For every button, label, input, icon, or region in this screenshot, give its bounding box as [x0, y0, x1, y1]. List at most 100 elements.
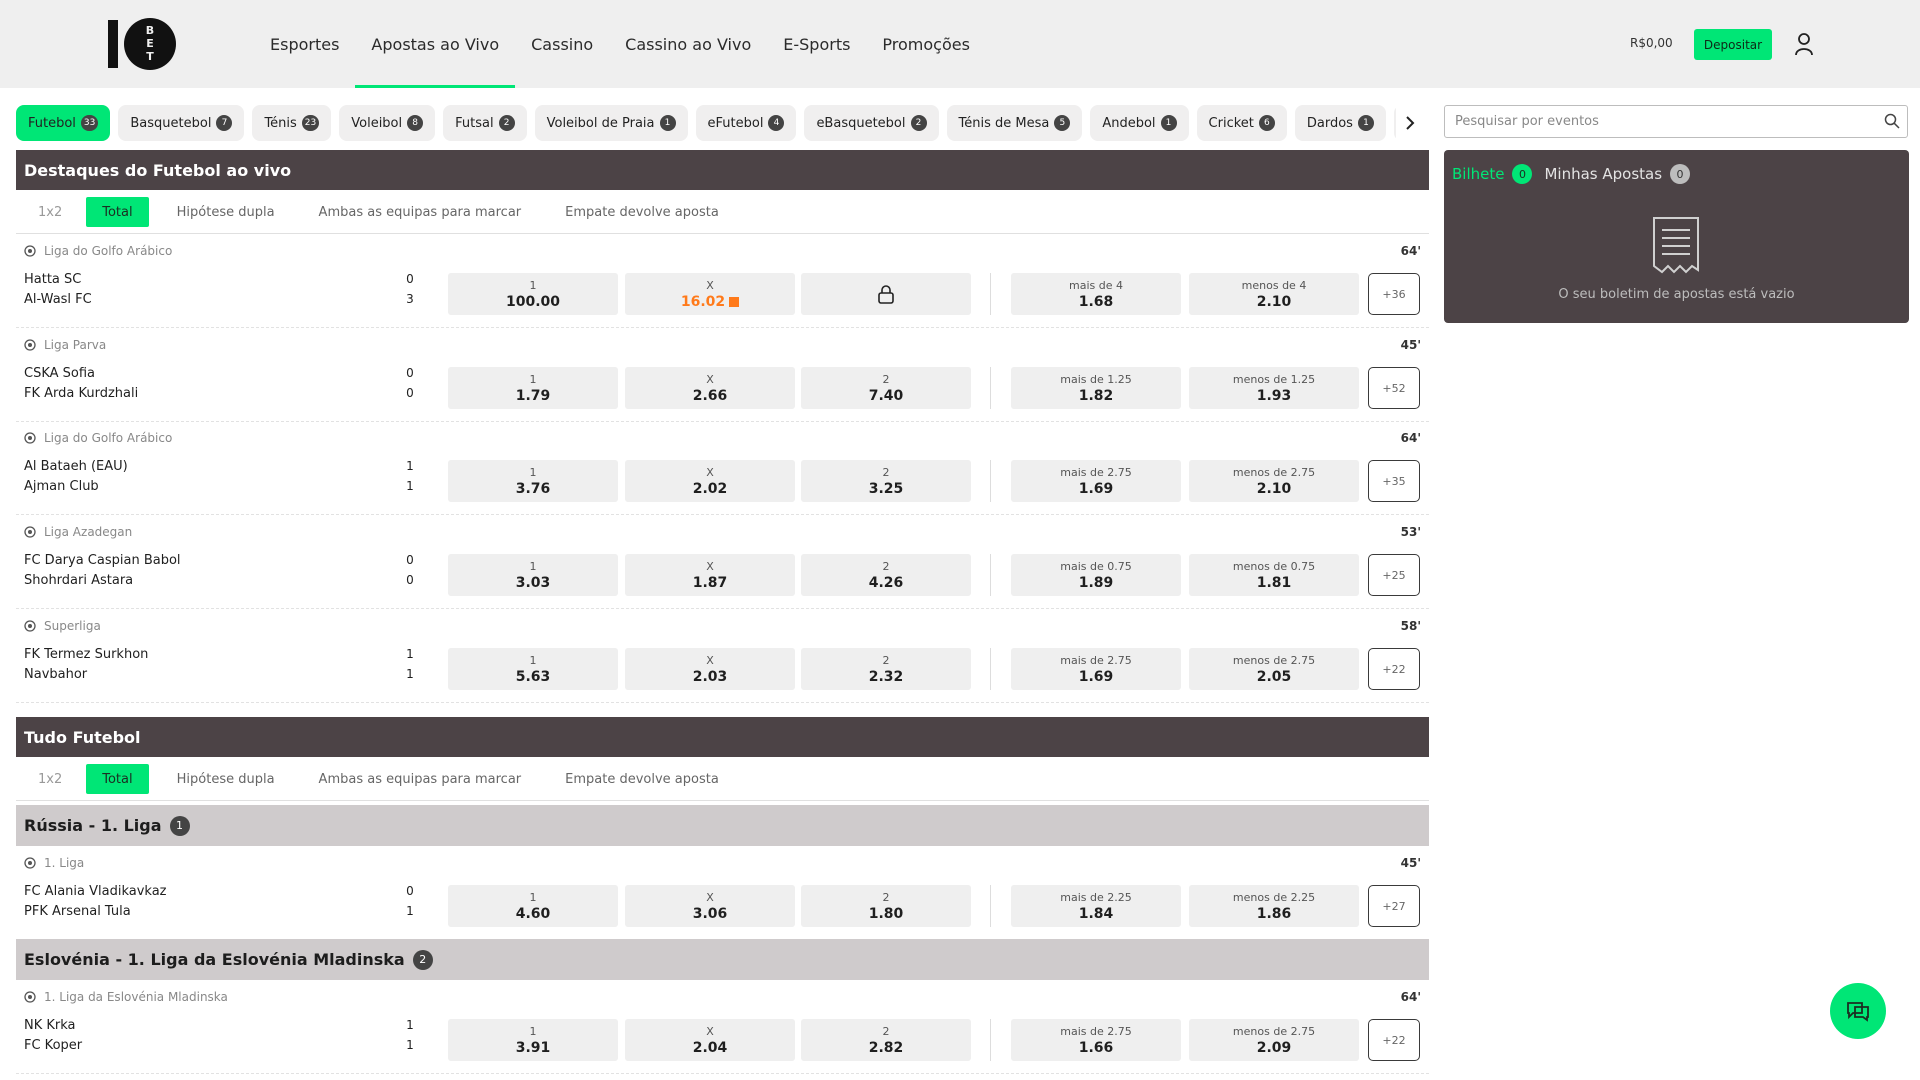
event-row[interactable]: Superliga 58' FK Termez Surkhon Navbahor 1 1 1…	[16, 610, 1429, 703]
odd-draw-button[interactable]: X 2.03	[625, 648, 795, 690]
odd-under-button[interactable]: menos de 0.75 1.81	[1189, 554, 1359, 596]
sport-chip-8[interactable]: Ténis de Mesa 5	[946, 105, 1083, 141]
sport-chip-11[interactable]: Dardos 1	[1294, 105, 1386, 141]
odd-draw-button[interactable]: X 1.87	[625, 554, 795, 596]
live-chat-button[interactable]	[1830, 983, 1886, 1039]
nav-item-2[interactable]: Cassino	[515, 0, 609, 88]
event-row[interactable]: 1. Liga 45' FC Alania Vladikavkaz PFK Arsen…	[16, 847, 1429, 940]
odd-over-button[interactable]: mais de 1.25 1.82	[1011, 367, 1181, 409]
league-group-header[interactable]: Eslovénia - 1. Liga da Eslovénia Mladins…	[16, 939, 1429, 980]
nav-item-0[interactable]: Esportes	[254, 0, 355, 88]
sport-chip-4[interactable]: Futsal 2	[443, 105, 527, 141]
odd-over-button[interactable]: mais de 2.75 1.69	[1011, 648, 1181, 690]
more-markets-button[interactable]: +52	[1368, 367, 1420, 409]
market-tab-1[interactable]: Total	[86, 197, 149, 227]
odd-away-button[interactable]: 2 1.80	[801, 885, 971, 927]
odd-away-button[interactable]: 2 4.26	[801, 554, 971, 596]
odd-under-button[interactable]: menos de 2.75 2.05	[1189, 648, 1359, 690]
odd-draw-button[interactable]: X 16.02	[625, 273, 795, 315]
odd-home-button[interactable]: 1 4.60	[448, 885, 618, 927]
event-row[interactable]: Liga Parva 45' CSKA Sofia FK Arda Kurdzhali…	[16, 329, 1429, 422]
sport-chip-5[interactable]: Voleibol de Praia 1	[534, 105, 688, 141]
brand-logo[interactable]: B E T	[108, 16, 180, 72]
event-row[interactable]: Liga do Golfo Arábico 64' Hatta SC Al-Wasl …	[16, 235, 1429, 328]
away-team[interactable]: FC Koper	[24, 1038, 82, 1053]
event-row[interactable]: Liga do Golfo Arábico 64' Al Bataeh (EAU) A…	[16, 422, 1429, 515]
market-tab-3[interactable]: Ambas as equipas para marcar	[303, 197, 538, 227]
odd-draw-button[interactable]: X 2.02	[625, 460, 795, 502]
odd-under-button[interactable]: menos de 2.75 2.10	[1189, 460, 1359, 502]
home-team[interactable]: FC Alania Vladikavkaz	[24, 884, 167, 899]
sport-chip-3[interactable]: Voleibol 8	[339, 105, 436, 141]
more-markets-button[interactable]: +22	[1368, 1019, 1420, 1061]
tab-betslip[interactable]: Bilhete 0	[1452, 164, 1533, 184]
nav-item-3[interactable]: Cassino ao Vivo	[609, 0, 767, 88]
home-team[interactable]: FC Darya Caspian Babol	[24, 553, 181, 568]
away-team[interactable]: Ajman Club	[24, 479, 99, 494]
market-tab-0[interactable]: 1x2	[22, 764, 78, 794]
event-row[interactable]: Liga Azadegan 53' FC Darya Caspian Babol Sh…	[16, 516, 1429, 609]
nav-item-4[interactable]: E-Sports	[767, 0, 866, 88]
sport-chip-10[interactable]: Cricket 6	[1196, 105, 1287, 141]
home-team[interactable]: NK Krka	[24, 1018, 76, 1033]
sport-chip-6[interactable]: eFutebol 4	[695, 105, 797, 141]
odd-over-button[interactable]: mais de 2.25 1.84	[1011, 885, 1181, 927]
odd-under-button[interactable]: menos de 4 2.10	[1189, 273, 1359, 315]
more-markets-button[interactable]: +27	[1368, 885, 1420, 927]
odd-draw-button[interactable]: X 2.66	[625, 367, 795, 409]
user-icon[interactable]	[1794, 32, 1814, 56]
sport-chip-1[interactable]: Basquetebol 7	[118, 105, 245, 141]
market-tab-2[interactable]: Hipótese dupla	[161, 197, 291, 227]
odd-home-button[interactable]: 1 1.79	[448, 367, 618, 409]
league-group-header[interactable]: Rússia - 1. Liga 1	[16, 805, 1429, 846]
odd-over-button[interactable]: mais de 2.75 1.66	[1011, 1019, 1181, 1061]
away-team[interactable]: Al-Wasl FC	[24, 292, 92, 307]
away-team[interactable]: Navbahor	[24, 667, 87, 682]
odd-away-button[interactable]: 2 2.82	[801, 1019, 971, 1061]
away-team[interactable]: Shohrdari Astara	[24, 573, 133, 588]
odd-draw-button[interactable]: X 3.06	[625, 885, 795, 927]
odd-home-button[interactable]: 1 100.00	[448, 273, 618, 315]
home-team[interactable]: CSKA Sofia	[24, 366, 95, 381]
odd-under-button[interactable]: menos de 2.25 1.86	[1189, 885, 1359, 927]
odd-home-button[interactable]: 1 3.91	[448, 1019, 618, 1061]
sport-chip-9[interactable]: Andebol 1	[1090, 105, 1189, 141]
deposit-button[interactable]: Depositar	[1694, 29, 1772, 60]
odd-over-button[interactable]: mais de 4 1.68	[1011, 273, 1181, 315]
search-input[interactable]	[1444, 105, 1908, 138]
home-team[interactable]: Al Bataeh (EAU)	[24, 459, 128, 474]
odd-away-button[interactable]: 2 7.40	[801, 367, 971, 409]
more-markets-button[interactable]: +22	[1368, 648, 1420, 690]
odd-draw-button[interactable]: X 2.04	[625, 1019, 795, 1061]
market-tab-4[interactable]: Empate devolve aposta	[549, 197, 735, 227]
odd-under-button[interactable]: menos de 1.25 1.93	[1189, 367, 1359, 409]
sport-chip-0[interactable]: Futebol 33	[16, 105, 111, 141]
home-team[interactable]: Hatta SC	[24, 272, 81, 287]
odd-home-button[interactable]: 1 3.03	[448, 554, 618, 596]
away-team[interactable]: PFK Arsenal Tula	[24, 904, 131, 919]
market-tab-3[interactable]: Ambas as equipas para marcar	[303, 764, 538, 794]
odd-over-button[interactable]: mais de 0.75 1.89	[1011, 554, 1181, 596]
odd-over-button[interactable]: mais de 2.75 1.69	[1011, 460, 1181, 502]
chips-next-button[interactable]	[1396, 105, 1424, 141]
odd-home-button[interactable]: 1 3.76	[448, 460, 618, 502]
odd-away-button[interactable]	[801, 273, 971, 315]
home-team[interactable]: FK Termez Surkhon	[24, 647, 148, 662]
search-icon[interactable]	[1884, 113, 1900, 129]
odd-away-button[interactable]: 2 2.32	[801, 648, 971, 690]
market-tab-4[interactable]: Empate devolve aposta	[549, 764, 735, 794]
sport-chip-2[interactable]: Ténis 23	[252, 105, 332, 141]
market-tab-0[interactable]: 1x2	[22, 197, 78, 227]
odd-home-button[interactable]: 1 5.63	[448, 648, 618, 690]
tab-my-bets[interactable]: Minhas Apostas 0	[1544, 164, 1691, 184]
market-tab-2[interactable]: Hipótese dupla	[161, 764, 291, 794]
more-markets-button[interactable]: +35	[1368, 460, 1420, 502]
event-row[interactable]: 1. Liga da Eslovénia Mladinska 64' NK Krka…	[16, 981, 1429, 1074]
odd-away-button[interactable]: 2 3.25	[801, 460, 971, 502]
nav-item-5[interactable]: Promoções	[866, 0, 986, 88]
nav-item-1[interactable]: Apostas ao Vivo	[355, 0, 515, 88]
more-markets-button[interactable]: +25	[1368, 554, 1420, 596]
odd-under-button[interactable]: menos de 2.75 2.09	[1189, 1019, 1359, 1061]
market-tab-1[interactable]: Total	[86, 764, 149, 794]
more-markets-button[interactable]: +36	[1368, 273, 1420, 315]
